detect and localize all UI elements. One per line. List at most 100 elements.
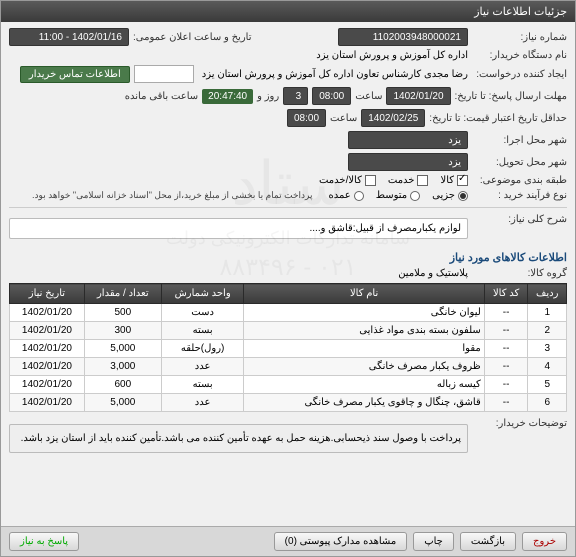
radio-icon (354, 191, 364, 201)
reply-button[interactable]: پاسخ به نیاز (9, 532, 79, 551)
col-date[interactable]: تاریخ نیاز (10, 284, 85, 304)
check-icon (457, 175, 468, 186)
table-cell: 3 (528, 340, 567, 358)
checkbox-icon (417, 175, 428, 186)
print-button[interactable]: چاپ (413, 532, 454, 551)
table-row[interactable]: 5--کیسه زبالهبسته6001402/01/20 (10, 376, 567, 394)
table-cell: 1402/01/20 (10, 376, 85, 394)
table-cell: 300 (84, 322, 161, 340)
process-small-radio[interactable]: جزیی (432, 190, 468, 201)
table-cell: 600 (84, 376, 161, 394)
countdown-timer: 20:47:40 (202, 89, 253, 104)
category-goods-radio[interactable]: کالا (440, 175, 468, 186)
requester-extra-input[interactable] (134, 65, 194, 83)
exec-city-label: شهر محل اجرا: (472, 135, 567, 146)
remaining-label-1: روز و (257, 91, 279, 102)
table-cell: قاشق، چنگال و چاقوی یکبار مصرف خانگی (244, 394, 484, 412)
table-cell: 1402/01/20 (10, 340, 85, 358)
checkbox-icon (365, 175, 376, 186)
time-label-1: ساعت (355, 91, 382, 102)
process-large-radio[interactable]: عمده (329, 190, 364, 201)
table-cell: بسته (161, 376, 244, 394)
process-medium-radio[interactable]: متوسط (376, 190, 420, 201)
buyer-notes-box: پرداخت با وصول سند ذیحسابی.هزینه حمل به … (9, 424, 468, 453)
announce-value: 1402/01/16 - 11:00 (9, 28, 129, 46)
table-cell: 1402/01/20 (10, 322, 85, 340)
table-cell: 1402/01/20 (10, 394, 85, 412)
process-label: نوع فرآیند خرید : (472, 190, 567, 201)
table-cell: عدد (161, 358, 244, 376)
col-row[interactable]: ردیف (528, 284, 567, 304)
table-cell: -- (484, 358, 528, 376)
buyer-notes-value: پرداخت با وصول سند ذیحسابی.هزینه حمل به … (21, 433, 461, 444)
table-cell: 3,000 (84, 358, 161, 376)
items-table: ردیف کد کالا نام کالا واحد شمارش تعداد /… (9, 283, 567, 412)
category-service-radio[interactable]: خدمت (388, 175, 429, 186)
exit-button[interactable]: خروج (522, 532, 567, 551)
table-row[interactable]: 6--قاشق، چنگال و چاقوی یکبار مصرف خانگیع… (10, 394, 567, 412)
payment-note: پرداخت تمام یا بخشی از مبلغ خرید،از محل … (32, 190, 312, 201)
buyer-value: اداره کل آموزش و پرورش استان یزد (316, 50, 468, 61)
category-both-radio[interactable]: کالا/خدمت (319, 175, 376, 186)
requester-label: ایجاد کننده درخواست: (472, 69, 567, 80)
buyer-label: نام دستگاه خریدار: (472, 50, 567, 61)
table-cell: 5,000 (84, 394, 161, 412)
radio-icon (410, 191, 420, 201)
general-desc-label: شرح کلی نیاز: (472, 214, 567, 225)
table-cell: 4 (528, 358, 567, 376)
col-qty[interactable]: تعداد / مقدار (84, 284, 161, 304)
col-unit[interactable]: واحد شمارش (161, 284, 244, 304)
radio-icon (458, 191, 468, 201)
table-cell: بسته (161, 322, 244, 340)
table-cell: 5 (528, 376, 567, 394)
announce-label: تاریخ و ساعت اعلان عمومی: (133, 32, 252, 43)
validity-date: 1402/02/25 (361, 109, 425, 127)
table-cell: سلفون بسته بندی مواد غذایی (244, 322, 484, 340)
titlebar: جزئیات اطلاعات نیاز (1, 1, 575, 22)
days-left: 3 (283, 87, 308, 105)
attachments-button[interactable]: مشاهده مدارک پیوستی (0) (274, 532, 408, 551)
group-label: گروه کالا: (472, 268, 567, 279)
validity-label: حداقل تاریخ اعتبار قیمت: تا تاریخ: (429, 113, 567, 124)
table-cell: ظروف یکبار مصرف خانگی (244, 358, 484, 376)
table-cell: -- (484, 304, 528, 322)
divider (9, 207, 567, 208)
category-radio-group: کالا خدمت کالا/خدمت (319, 175, 468, 186)
table-cell: (رول)حلقه (161, 340, 244, 358)
table-cell: 6 (528, 394, 567, 412)
deadline-label: مهلت ارسال پاسخ: تا تاریخ: (455, 91, 567, 102)
validity-time: 08:00 (287, 109, 326, 127)
table-cell: -- (484, 340, 528, 358)
table-row[interactable]: 2--سلفون بسته بندی مواد غذاییبسته3001402… (10, 322, 567, 340)
table-row[interactable]: 3--مقوا(رول)حلقه5,0001402/01/20 (10, 340, 567, 358)
time-label-2: ساعت (330, 113, 357, 124)
deliv-city-label: شهر محل تحویل: (472, 157, 567, 168)
buyer-notes-label: توضیحات خریدار: (472, 418, 567, 429)
col-code[interactable]: کد کالا (484, 284, 528, 304)
items-section-title: اطلاعات کالاهای مورد نیاز (9, 251, 567, 264)
table-cell: مقوا (244, 340, 484, 358)
table-row[interactable]: 4--ظروف یکبار مصرف خانگیعدد3,0001402/01/… (10, 358, 567, 376)
table-cell: -- (484, 394, 528, 412)
table-cell: کیسه زباله (244, 376, 484, 394)
back-button[interactable]: بازگشت (460, 532, 516, 551)
contact-info-button[interactable]: اطلاعات تماس خریدار (20, 66, 130, 83)
table-cell: 5,000 (84, 340, 161, 358)
col-name[interactable]: نام کالا (244, 284, 484, 304)
table-cell: 1 (528, 304, 567, 322)
deliv-city-value: یزد (348, 153, 468, 171)
category-label: طبقه بندی موضوعی: (472, 175, 567, 186)
content-area[interactable]: ستاد سامانه تدارکات الکترونیکی دولت ۰۲۱ … (1, 22, 575, 526)
need-no-label: شماره نیاز: (472, 32, 567, 43)
table-row[interactable]: 1--لیوان خانگیدست5001402/01/20 (10, 304, 567, 322)
general-desc-box: لوازم یکبارمصرف از قبیل:قاشق و.... (9, 218, 468, 239)
deadline-date: 1402/01/20 (386, 87, 450, 105)
table-cell: -- (484, 376, 528, 394)
exec-city-value: یزد (348, 131, 468, 149)
remaining-label-2: ساعت باقی مانده (125, 91, 198, 102)
general-desc-value: لوازم یکبارمصرف از قبیل:قاشق و.... (310, 223, 462, 234)
group-value: پلاستیک و ملامین (398, 268, 468, 279)
table-cell: 1402/01/20 (10, 304, 85, 322)
footer-toolbar: خروج بازگشت چاپ مشاهده مدارک پیوستی (0) … (1, 526, 575, 556)
deadline-time: 08:00 (312, 87, 351, 105)
